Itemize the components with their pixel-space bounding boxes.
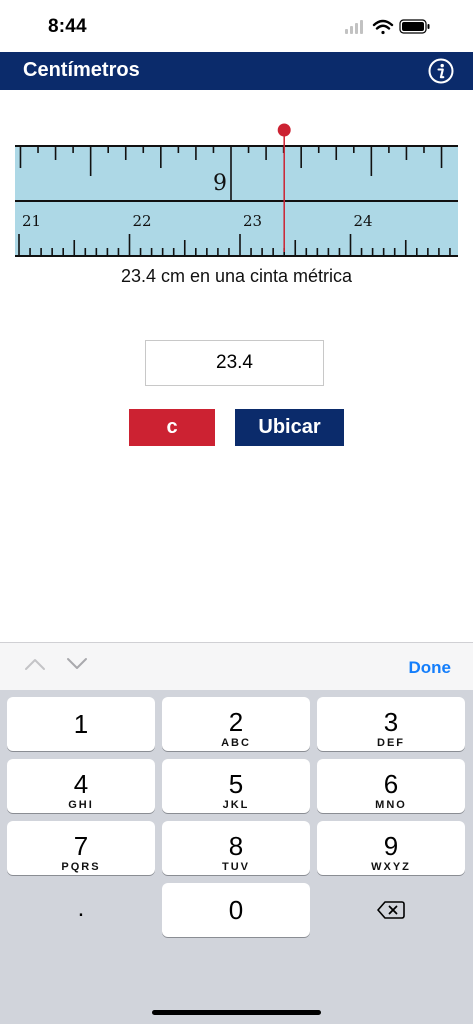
key-7[interactable]: 7 PQRS	[7, 821, 155, 875]
key-digit: 7	[73, 831, 89, 861]
numeric-keypad: 1 2 ABC 3 DEF 4 GHI 5 JKL 6 MNO 7 PQRS 8…	[0, 690, 473, 1024]
nav-bar: Centímetros	[0, 52, 473, 90]
key-8[interactable]: 8 TUV	[162, 821, 310, 875]
key-letters: TUV	[222, 861, 250, 873]
key-digit: 2	[228, 707, 244, 737]
cm-label: 23	[243, 212, 262, 230]
inch-label: 9	[213, 171, 227, 196]
key-letters: GHI	[68, 799, 94, 811]
info-icon[interactable]	[428, 58, 454, 84]
key-digit: 6	[383, 769, 399, 799]
chevron-down-icon[interactable]	[66, 657, 88, 671]
key-digit: 8	[228, 831, 244, 861]
key-digit: 3	[383, 707, 399, 737]
done-button[interactable]: Done	[409, 658, 452, 678]
cm-label: 21	[22, 212, 41, 230]
key-1[interactable]: 1	[7, 697, 155, 751]
cellular-signal-icon	[345, 20, 363, 34]
key-digit: .	[77, 895, 85, 922]
measurement-input[interactable]	[145, 340, 324, 386]
key-letters: WXYZ	[371, 861, 411, 873]
key-6[interactable]: 6 MNO	[317, 759, 465, 813]
status-bar: 8:44	[0, 0, 473, 52]
key-delete[interactable]	[317, 883, 465, 937]
measurement-caption: 23.4 cm en una cinta métrica	[120, 266, 353, 286]
key-letters: PQRS	[61, 861, 101, 873]
key-letters: MNO	[375, 799, 407, 811]
key-letters: JKL	[222, 799, 250, 811]
key-5[interactable]: 5 JKL	[162, 759, 310, 813]
key-0[interactable]: 0	[162, 883, 310, 937]
key-digit: 5	[228, 769, 244, 799]
status-icons	[345, 19, 430, 35]
cm-label: 24	[354, 212, 373, 230]
key-2[interactable]: 2 ABC	[162, 697, 310, 751]
key-letters: DEF	[377, 737, 405, 749]
chevron-up-icon[interactable]	[24, 657, 46, 671]
key-4[interactable]: 4 GHI	[7, 759, 155, 813]
key-digit: 9	[383, 831, 399, 861]
key-digit: 1	[73, 709, 89, 739]
key-digit: 4	[73, 769, 89, 799]
key-letters: ABC	[221, 737, 251, 749]
key-digit: 0	[228, 895, 244, 925]
page-title: Centímetros	[23, 59, 140, 81]
backspace-icon	[377, 901, 405, 919]
locate-button[interactable]: Ubicar	[235, 409, 344, 446]
battery-icon	[399, 19, 430, 34]
home-indicator	[152, 1010, 321, 1015]
keyboard-accessory-bar: Done	[0, 642, 473, 690]
key-3[interactable]: 3 DEF	[317, 697, 465, 751]
cm-label: 22	[133, 212, 152, 230]
status-time: 8:44	[48, 16, 87, 37]
wifi-icon	[372, 19, 394, 35]
key-9[interactable]: 9 WXYZ	[317, 821, 465, 875]
marker-dot	[277, 123, 291, 137]
tape-measure: 21 22 23 24 9	[15, 123, 458, 257]
clear-button[interactable]: c	[129, 409, 215, 446]
key-decimal[interactable]: .	[7, 883, 155, 937]
